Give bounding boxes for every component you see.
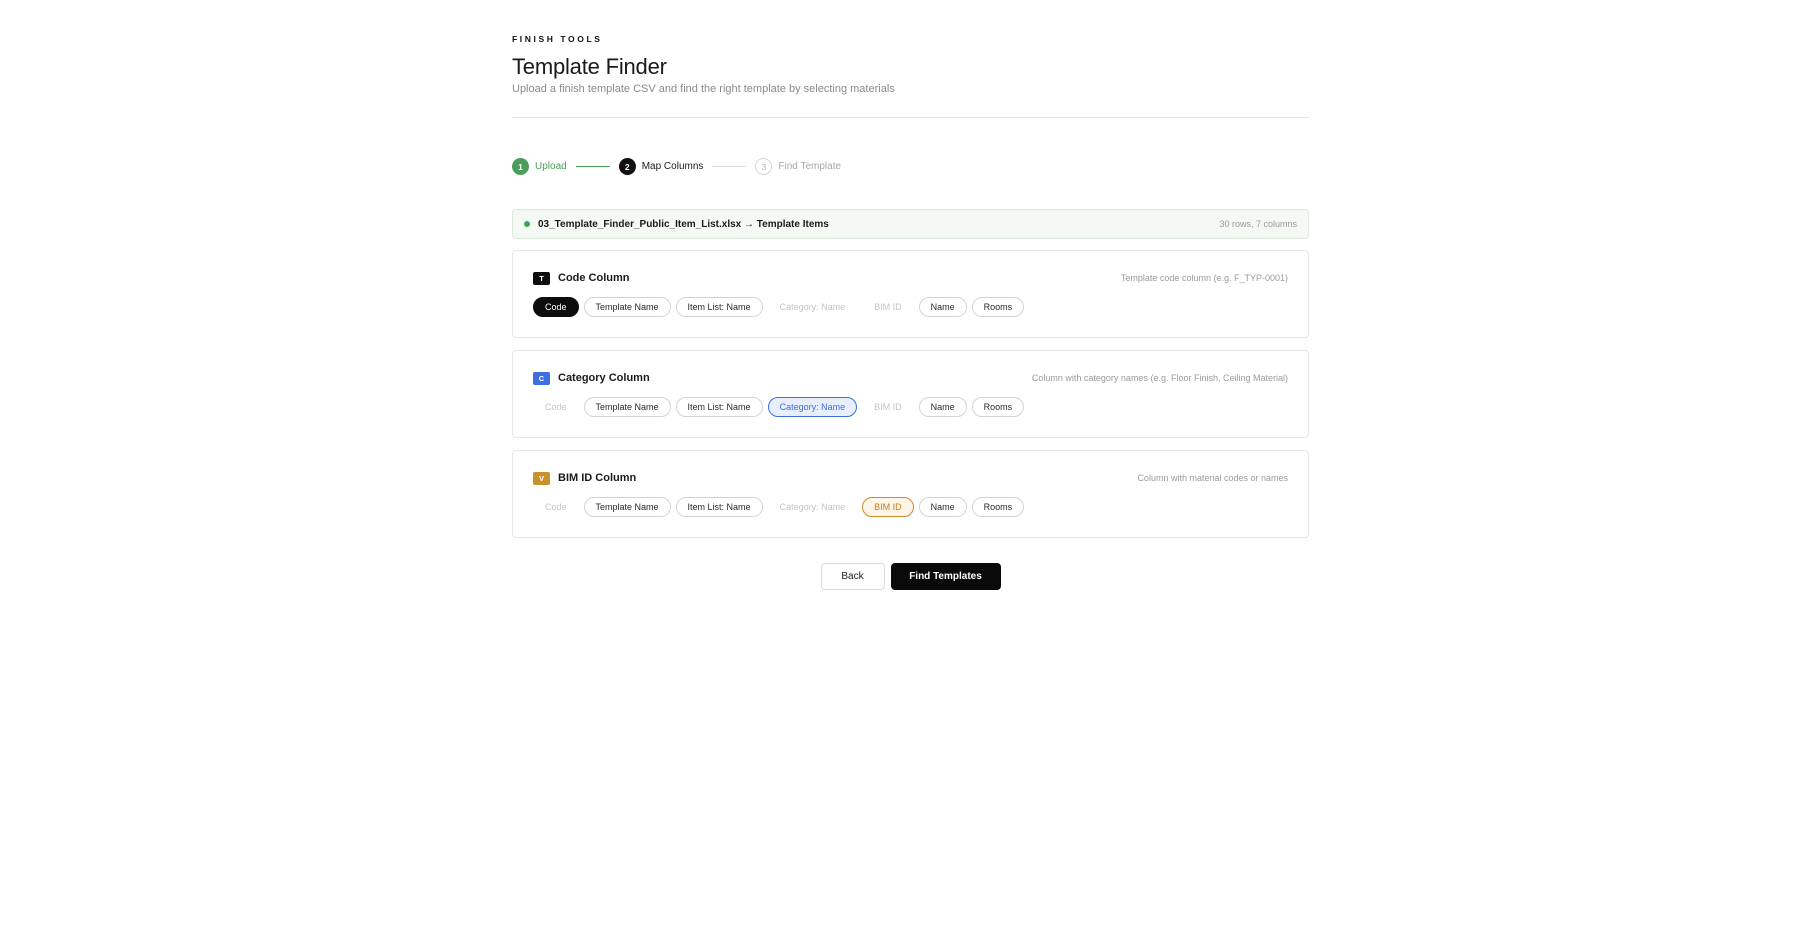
card-hint: Column with material codes or names: [1137, 473, 1288, 483]
card-header: T Code Column Template code column (e.g. F…: [533, 271, 1288, 285]
column-option-chip: Category: Name: [767, 297, 858, 317]
column-option-chip[interactable]: Code: [533, 297, 579, 317]
type-badge-icon: C: [533, 371, 550, 385]
column-option-chip[interactable]: Rooms: [971, 497, 1025, 517]
column-option-chip[interactable]: Item List: Name: [675, 497, 763, 517]
column-option-chip[interactable]: Rooms: [971, 297, 1025, 317]
column-option-chip: Category: Name: [767, 497, 858, 517]
step-upload[interactable]: 1 Upload: [512, 158, 567, 175]
step-number: 3: [755, 158, 773, 175]
column-option-chip[interactable]: Name: [918, 297, 967, 317]
back-button[interactable]: Back: [820, 563, 885, 590]
card-hint: Column with category names (e.g. Floor F…: [1031, 373, 1288, 383]
step-connector: [575, 166, 610, 167]
card-title: Category Column: [558, 372, 650, 384]
page-subtitle: Upload a finish template CSV and find th…: [512, 83, 895, 95]
type-badge-icon: V: [533, 471, 550, 485]
column-option-chip[interactable]: Name: [918, 497, 967, 517]
card-title: BIM ID Column: [558, 472, 637, 484]
column-option-chip[interactable]: Category: Name: [767, 397, 858, 417]
column-option-chip: Code: [533, 497, 579, 517]
column-option-chip[interactable]: Template Name: [583, 497, 671, 517]
column-option-chip[interactable]: Item List: Name: [675, 297, 763, 317]
column-option-chip: BIM ID: [862, 297, 914, 317]
step-number: 2: [618, 158, 636, 175]
column-card-bim-id-column: V BIM ID Column Column with material codes…: [512, 450, 1309, 538]
step-connector: [712, 166, 747, 167]
step-label: Find Template: [778, 161, 842, 172]
step-map-columns[interactable]: 2 Map Columns: [618, 158, 704, 175]
step-find-template: 3 Find Template: [755, 158, 841, 175]
column-option-chip[interactable]: Template Name: [583, 297, 671, 317]
eyebrow-label: FINISH TOOLS: [512, 34, 603, 44]
column-option-chip: Code: [533, 397, 579, 417]
status-dot-icon: [524, 221, 530, 227]
column-option-chip[interactable]: Item List: Name: [675, 397, 763, 417]
column-options: Code Template Name Item List: Name Category…: [533, 497, 1029, 517]
find-templates-button[interactable]: Find Templates: [890, 563, 1001, 590]
card-hint: Template code column (e.g. F_TYP-0001): [1120, 273, 1288, 283]
file-meta: 30 rows, 7 columns: [1219, 219, 1297, 229]
column-card-category-column: C Category Column Column with category nam…: [512, 350, 1309, 438]
column-option-chip[interactable]: Name: [918, 397, 967, 417]
action-bar: Back Find Templates: [512, 563, 1309, 590]
column-option-chip[interactable]: BIM ID: [862, 497, 914, 517]
file-name: 03_Template_Finder_Public_Item_List.xlsx…: [538, 218, 829, 230]
stepper: 1 Upload 2 Map Columns 3 Find Template: [512, 158, 841, 175]
card-header: C Category Column Column with category nam…: [533, 371, 1288, 385]
header-divider: [512, 117, 1309, 118]
column-option-chip[interactable]: Template Name: [583, 397, 671, 417]
column-option-chip[interactable]: Rooms: [971, 397, 1025, 417]
step-label: Map Columns: [641, 161, 704, 172]
page-title: Template Finder: [512, 54, 667, 79]
file-status-bar: 03_Template_Finder_Public_Item_List.xlsx…: [512, 209, 1309, 239]
step-number: 1: [512, 158, 529, 175]
column-options: Code Template Name Item List: Name Category…: [533, 397, 1029, 417]
card-header: V BIM ID Column Column with material codes…: [533, 471, 1288, 485]
step-label: Upload: [535, 161, 567, 172]
type-badge-icon: T: [533, 271, 550, 285]
column-card-code-column: T Code Column Template code column (e.g. F…: [512, 250, 1309, 338]
card-title: Code Column: [558, 272, 630, 284]
column-option-chip: BIM ID: [862, 397, 914, 417]
column-options: Code Template Name Item List: Name Category…: [533, 297, 1029, 317]
